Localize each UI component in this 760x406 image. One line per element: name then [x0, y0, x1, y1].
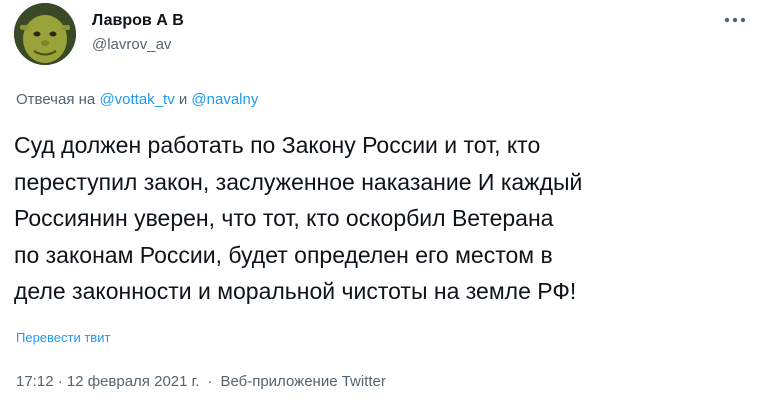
more-options-button[interactable] [722, 10, 748, 30]
tweet-source[interactable]: Веб-приложение Twitter [220, 373, 385, 390]
tweet-text-line: деле законности и моральной чистоты на з… [14, 278, 577, 304]
tweet: Лавров А В @lavrov_av Отвечая на @vottak… [0, 0, 760, 406]
avatar-shrek-image [14, 3, 76, 65]
author-info[interactable]: Лавров А В @lavrov_av [92, 11, 184, 55]
more-horizontal-icon [724, 17, 746, 23]
author-display-name[interactable]: Лавров А В [92, 11, 184, 31]
mention-link-vottak-tv[interactable]: @vottak_tv [99, 91, 174, 108]
tweet-metadata: 17:12 · 12 февраля 2021 г. · Веб-приложени… [16, 372, 386, 392]
tweet-text-line: Россиянин уверен, что тот, кто оскорбил … [14, 205, 554, 231]
replying-to-label: Отвечая на [16, 91, 100, 108]
mention-link-navalny[interactable]: @navalny [191, 91, 258, 108]
tweet-text-line: Суд должен работать по Закону России и т… [14, 132, 541, 158]
tweet-text-line: переступил закон, заслуженное наказание … [14, 168, 583, 195]
tweet-text: Суд должен работать по Закону России и т… [14, 127, 749, 310]
replying-to: Отвечая на @vottak_tv и @navalny [16, 91, 258, 109]
tweet-timestamp[interactable]: 17:12 · 12 февраля 2021 г. [16, 373, 199, 390]
meta-separator: · [207, 373, 213, 390]
tweet-text-line: по законам России, будет определен его м… [14, 241, 553, 268]
author-handle[interactable]: @lavrov_av [92, 35, 184, 55]
avatar[interactable] [14, 3, 76, 65]
translate-tweet-link[interactable]: Перевести твит [16, 330, 110, 346]
replying-to-conjunction: и [174, 91, 192, 108]
